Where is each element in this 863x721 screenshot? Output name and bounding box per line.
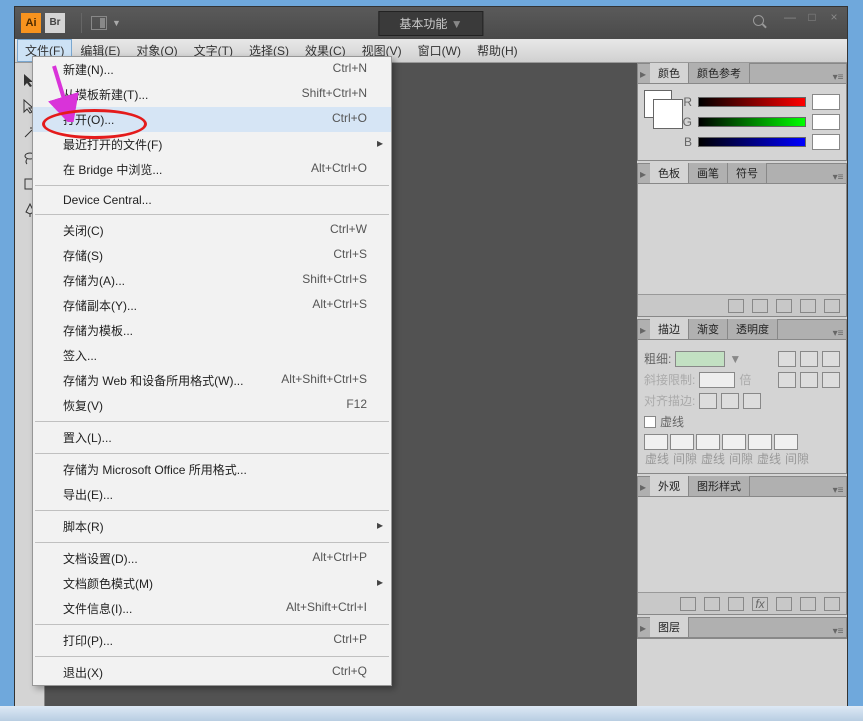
miter-input[interactable]: [699, 372, 735, 388]
menu-item[interactable]: 签入...: [33, 343, 391, 368]
align-center[interactable]: [699, 393, 717, 409]
add-fill-icon[interactable]: [728, 597, 744, 611]
menu-item[interactable]: 新建(N)...Ctrl+N: [33, 57, 391, 82]
tab-gradient[interactable]: 渐变: [689, 319, 728, 339]
tab-appearance[interactable]: 外观: [650, 476, 689, 496]
menu-item[interactable]: 最近打开的文件(F): [33, 132, 391, 157]
file-dropdown-menu: 新建(N)...Ctrl+N从模板新建(T)...Shift+Ctrl+N打开(…: [32, 56, 392, 686]
cap-butt[interactable]: [778, 351, 796, 367]
join-round[interactable]: [800, 372, 818, 388]
tab-swatches[interactable]: 色板: [650, 163, 689, 183]
stroke-panel: ▸ 描边 渐变 透明度 ▾≡ 粗细:▼ 斜接限制:倍 对齐描边: 虚线: [637, 319, 847, 474]
tab-brushes[interactable]: 画笔: [689, 163, 728, 183]
menu-item[interactable]: 打印(P)...Ctrl+P: [33, 628, 391, 653]
menu-item[interactable]: 存储为 Microsoft Office 所用格式...: [33, 457, 391, 482]
color-panel: ▸ 颜色 颜色参考 ▾≡ R G B: [637, 63, 847, 161]
swatches-panel: ▸ 色板 画笔 符号 ▾≡: [637, 163, 847, 317]
menu-item[interactable]: 文档颜色模式(M): [33, 571, 391, 596]
gap-3[interactable]: [774, 434, 798, 450]
menu-item[interactable]: 导出(E)...: [33, 482, 391, 507]
dash-1[interactable]: [644, 434, 668, 450]
tab-transparency[interactable]: 透明度: [728, 319, 778, 339]
menu-item[interactable]: 从模板新建(T)...Shift+Ctrl+N: [33, 82, 391, 107]
menu-item[interactable]: 存储为模板...: [33, 318, 391, 343]
new-group-icon[interactable]: [776, 299, 792, 313]
maximize-button[interactable]: □: [805, 10, 819, 24]
dup-icon[interactable]: [800, 597, 816, 611]
panel-collapse-icon[interactable]: ▸: [638, 65, 650, 83]
slider-b[interactable]: [698, 137, 806, 147]
tab-graphic-styles[interactable]: 图形样式: [689, 476, 750, 496]
menu-item[interactable]: 存储副本(Y)...Alt+Ctrl+S: [33, 293, 391, 318]
menu-item[interactable]: 关闭(C)Ctrl+W: [33, 218, 391, 243]
new-art-icon[interactable]: [680, 597, 696, 611]
dash-3[interactable]: [748, 434, 772, 450]
close-button[interactable]: ×: [827, 10, 841, 24]
cap-round[interactable]: [800, 351, 818, 367]
fill-stroke-swatch[interactable]: [644, 90, 672, 118]
taskbar: [0, 706, 863, 721]
tab-layers[interactable]: 图层: [650, 617, 689, 637]
workspace-mode[interactable]: 基本功能 ▼: [378, 11, 483, 36]
tab-stroke[interactable]: 描边: [650, 319, 689, 339]
menu-item[interactable]: 存储(S)Ctrl+S: [33, 243, 391, 268]
layout-dropdown-icon[interactable]: ▼: [112, 18, 121, 28]
appearance-panel: ▸ 外观 图形样式 ▾≡ fx: [637, 476, 847, 615]
clear-icon[interactable]: [776, 597, 792, 611]
menu-item[interactable]: Device Central...: [33, 189, 391, 211]
tab-symbols[interactable]: 符号: [728, 163, 767, 183]
add-stroke-icon[interactable]: [704, 597, 720, 611]
menu-item[interactable]: 打开(O)...Ctrl+O: [33, 107, 391, 132]
value-b[interactable]: [812, 134, 840, 150]
minimize-button[interactable]: —: [783, 10, 797, 24]
stroke-weight-input[interactable]: [675, 351, 725, 367]
menu-item[interactable]: 恢复(V)F12: [33, 393, 391, 418]
tab-color-guide[interactable]: 颜色参考: [689, 63, 750, 83]
tab-color[interactable]: 颜色: [650, 63, 689, 83]
bridge-logo[interactable]: Br: [45, 13, 65, 33]
swatch-library-icon[interactable]: [728, 299, 744, 313]
menu-help[interactable]: 帮助(H): [469, 39, 526, 62]
menu-item[interactable]: 存储为(A)...Shift+Ctrl+S: [33, 268, 391, 293]
dash-2[interactable]: [696, 434, 720, 450]
panel-menu-icon[interactable]: ▾≡: [830, 72, 846, 83]
join-miter[interactable]: [778, 372, 796, 388]
menu-item[interactable]: 存储为 Web 和设备所用格式(W)...Alt+Shift+Ctrl+S: [33, 368, 391, 393]
join-bevel[interactable]: [822, 372, 840, 388]
swatch-options-icon[interactable]: [752, 299, 768, 313]
value-g[interactable]: [812, 114, 840, 130]
menu-item[interactable]: 退出(X)Ctrl+Q: [33, 660, 391, 685]
cap-square[interactable]: [822, 351, 840, 367]
menu-item[interactable]: 文档设置(D)...Alt+Ctrl+P: [33, 546, 391, 571]
layers-panel: ▸ 图层 ▾≡: [637, 617, 847, 639]
new-swatch-icon[interactable]: [800, 299, 816, 313]
value-r[interactable]: [812, 94, 840, 110]
slider-r[interactable]: [698, 97, 806, 107]
trash-icon[interactable]: [824, 597, 840, 611]
titlebar: Ai Br ▼ 基本功能 ▼ — □ ×: [15, 7, 847, 39]
layout-icon[interactable]: [91, 16, 107, 30]
ai-logo: Ai: [21, 13, 41, 33]
delete-swatch-icon[interactable]: [824, 299, 840, 313]
gap-1[interactable]: [670, 434, 694, 450]
menu-item[interactable]: 脚本(R): [33, 514, 391, 539]
menu-item[interactable]: 在 Bridge 中浏览...Alt+Ctrl+O: [33, 157, 391, 182]
dash-checkbox[interactable]: [644, 416, 656, 428]
gap-2[interactable]: [722, 434, 746, 450]
menu-window[interactable]: 窗口(W): [410, 39, 469, 62]
menu-item[interactable]: 文件信息(I)...Alt+Shift+Ctrl+I: [33, 596, 391, 621]
slider-g[interactable]: [698, 117, 806, 127]
add-effect-icon[interactable]: fx: [752, 597, 768, 611]
panels-column: ▸ 颜色 颜色参考 ▾≡ R G B: [637, 63, 847, 708]
align-outside[interactable]: [743, 393, 761, 409]
align-inside[interactable]: [721, 393, 739, 409]
menu-item[interactable]: 置入(L)...: [33, 425, 391, 450]
search-icon[interactable]: [753, 15, 767, 29]
